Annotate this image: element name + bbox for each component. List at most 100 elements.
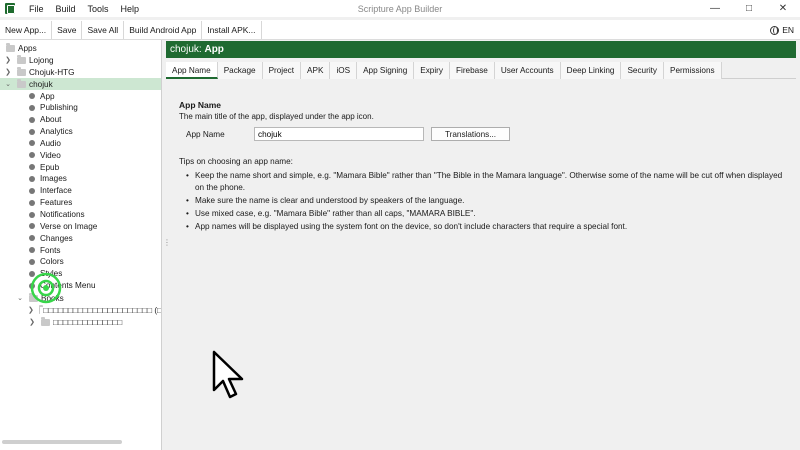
tree-label: Publishing (40, 103, 78, 113)
language-label: EN (782, 25, 794, 35)
tree-label: □□□□□□□□□□□□□□ (53, 317, 123, 327)
translations-button[interactable]: Translations... (431, 127, 510, 141)
tab-project[interactable]: Project (262, 62, 302, 79)
tip-item: Make sure the name is clear and understo… (179, 195, 789, 207)
folder-icon (17, 66, 26, 76)
tree-item-books[interactable]: ⌄ Books (0, 292, 161, 304)
tree-label: Fonts (40, 245, 61, 255)
app-name-input[interactable] (254, 127, 424, 141)
bullet-icon (29, 164, 35, 171)
menu-file[interactable]: File (23, 4, 50, 14)
tree-item-book[interactable]: ❯ □□□□□□□□□□□□□□□□□□□□□□ (□ (0, 304, 161, 316)
chevron-right-icon[interactable]: ❯ (28, 318, 36, 326)
tab-deep-linking[interactable]: Deep Linking (560, 62, 622, 79)
app-settings-panel: chojuk: App App Name Package Project APK… (166, 40, 800, 450)
tab-package[interactable]: Package (217, 62, 263, 79)
tree-label: Interface (40, 186, 72, 196)
tree-item-colors[interactable]: Colors (0, 256, 161, 268)
maximize-icon[interactable]: □ (732, 0, 766, 17)
chevron-right-icon[interactable]: ❯ (4, 68, 12, 76)
menu-tools[interactable]: Tools (82, 4, 115, 14)
tab-firebase[interactable]: Firebase (450, 62, 495, 79)
bullet-icon (29, 140, 35, 147)
bullet-icon (29, 93, 35, 99)
tree-label: Epub (40, 162, 60, 172)
tree-item-fonts[interactable]: Fonts (0, 244, 161, 256)
tree-item-changes[interactable]: Changes (0, 232, 161, 244)
toolbar: New App... Save Save All Build Android A… (0, 20, 800, 40)
view-name: App (204, 44, 224, 55)
save-all-button[interactable]: Save All (82, 20, 125, 39)
tree-item-video[interactable]: Video (0, 149, 161, 161)
tree-item-app[interactable]: App (0, 90, 161, 102)
chevron-right-icon[interactable]: ❯ (28, 306, 34, 314)
close-icon[interactable]: ✕ (766, 0, 800, 17)
app-logo-icon (5, 3, 15, 14)
bullet-icon (29, 235, 35, 242)
new-app-button[interactable]: New App... (0, 20, 53, 39)
tree-item-audio[interactable]: Audio (0, 137, 161, 149)
chevron-down-icon[interactable]: ⌄ (16, 294, 24, 302)
chevron-right-icon[interactable]: ❯ (4, 56, 12, 64)
tree-item-features[interactable]: Features (0, 197, 161, 209)
section-title: App Name (179, 100, 222, 110)
tree-item-analytics[interactable]: Analytics (0, 126, 161, 138)
minimize-icon[interactable]: — (698, 0, 732, 17)
menu-build[interactable]: Build (50, 4, 82, 14)
tree-label: Colors (40, 257, 64, 267)
save-button[interactable]: Save (52, 20, 83, 39)
tree-item-contents-menu[interactable]: Contents Menu (0, 280, 161, 292)
app-tree-panel: Apps ❯ Lojong ❯ Chojuk-HTG ⌄ chojuk App P… (0, 40, 162, 450)
tree-label: Apps (18, 43, 37, 53)
folder-icon (6, 42, 15, 52)
bullet-icon (29, 211, 35, 218)
tip-item: Use mixed case, e.g. "Mamara Bible" rath… (179, 208, 789, 220)
language-button[interactable]: EN (770, 21, 794, 39)
bullet-icon (29, 199, 35, 206)
tree-label: Lojong (29, 55, 54, 65)
tree-item-verse-on-image[interactable]: Verse on Image (0, 220, 161, 232)
tree-item-app[interactable]: ❯ Lojong (0, 54, 161, 66)
bullet-icon (29, 128, 35, 135)
tab-app-signing[interactable]: App Signing (357, 62, 415, 79)
tree-item-book[interactable]: ❯ □□□□□□□□□□□□□□ (0, 316, 161, 328)
click-indicator-icon (30, 272, 62, 304)
tree-item-epub[interactable]: Epub (0, 161, 161, 173)
tree-item-notifications[interactable]: Notifications (0, 209, 161, 221)
build-android-app-button[interactable]: Build Android App (124, 20, 203, 39)
horizontal-scrollbar[interactable] (2, 440, 122, 444)
tree-label: Images (40, 174, 67, 184)
tree-item-interface[interactable]: Interface (0, 185, 161, 197)
tab-expiry[interactable]: Expiry (414, 62, 450, 79)
menu-help[interactable]: Help (115, 4, 146, 14)
tab-permissions[interactable]: Permissions (664, 62, 722, 79)
tips-list: Keep the name short and simple, e.g. "Ma… (179, 170, 789, 232)
tip-item: App names will be displayed using the sy… (179, 221, 789, 233)
chevron-down-icon[interactable]: ⌄ (4, 80, 12, 88)
tab-security[interactable]: Security (621, 62, 665, 79)
tab-bar: App Name Package Project APK iOS App Sig… (166, 62, 796, 79)
tree-root-apps[interactable]: Apps (0, 42, 161, 54)
tree-item-app-selected[interactable]: ⌄ chojuk (0, 78, 161, 90)
tree-item-app[interactable]: ❯ Chojuk-HTG (0, 66, 161, 78)
tree-item-images[interactable]: Images (0, 173, 161, 185)
tree-label: About (40, 115, 62, 125)
install-apk-button[interactable]: Install APK... (202, 20, 262, 39)
tips-title: Tips on choosing an app name: (179, 157, 293, 166)
tree-item-publishing[interactable]: Publishing (0, 102, 161, 114)
bullet-icon (29, 187, 35, 194)
tree-item-styles[interactable]: Styles (0, 268, 161, 280)
tab-app-name[interactable]: App Name (166, 62, 218, 79)
mouse-pointer-icon (212, 350, 244, 399)
app-name-label: App Name (186, 129, 225, 139)
folder-icon (17, 78, 26, 88)
tab-user-accounts[interactable]: User Accounts (494, 62, 561, 79)
bullet-icon (29, 152, 35, 159)
tab-apk[interactable]: APK (301, 62, 331, 79)
title-bar: File Build Tools Help Scripture App Buil… (0, 0, 800, 17)
tree-item-about[interactable]: About (0, 114, 161, 126)
bullet-icon (29, 104, 35, 111)
app-name-content: App Name The main title of the app, disp… (179, 100, 789, 234)
tab-ios[interactable]: iOS (330, 62, 358, 79)
tree-label: App (40, 91, 55, 101)
